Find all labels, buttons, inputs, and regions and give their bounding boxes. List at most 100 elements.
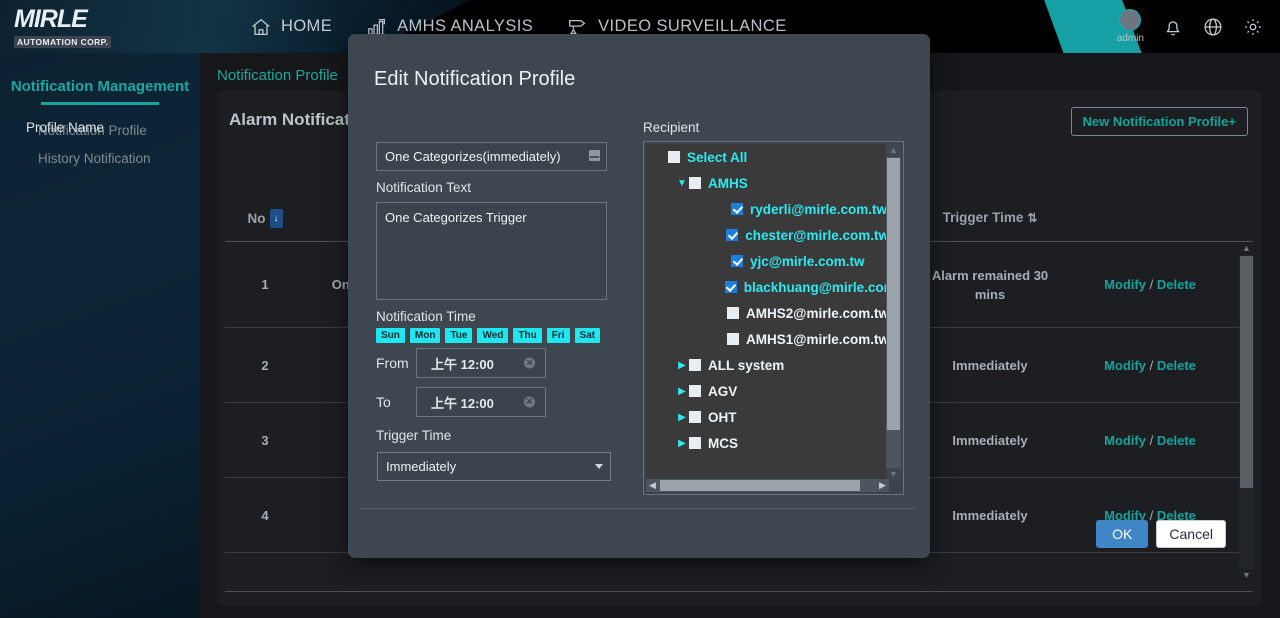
scroll-up-arrow-icon[interactable]: ▲ xyxy=(886,144,901,157)
tree-checkbox[interactable] xyxy=(727,307,739,319)
tree-vertical-scrollbar[interactable]: ▲ ▼ xyxy=(886,144,901,481)
delete-link[interactable]: Delete xyxy=(1157,358,1196,373)
left-sidebar: Notification Management Notification Pro… xyxy=(0,53,200,618)
tree-node[interactable]: ▼ AMHS xyxy=(646,170,889,196)
column-header-trigger-time[interactable]: Trigger Time⇅ xyxy=(915,187,1065,227)
tree-checkbox[interactable] xyxy=(668,151,680,163)
tree-checkbox[interactable] xyxy=(689,385,701,397)
tree-node[interactable]: ▶ALL system xyxy=(646,352,889,378)
tree-node[interactable]: ▶chester@mirle.com.tw xyxy=(646,222,889,248)
day-toggle-tue[interactable]: Tue xyxy=(445,328,472,343)
from-time-input[interactable]: 上午 12:00 ✕ xyxy=(416,348,546,378)
bell-icon[interactable] xyxy=(1162,16,1184,38)
column-label: Trigger Time xyxy=(943,210,1024,225)
sort-desc-badge[interactable]: ↓ xyxy=(270,209,283,228)
tree-checkbox[interactable] xyxy=(725,281,737,293)
profile-name-input[interactable] xyxy=(376,142,607,171)
tree-node[interactable]: ▶MCS xyxy=(646,430,889,456)
action-separator: / xyxy=(1150,433,1154,448)
modify-link[interactable]: Modify xyxy=(1104,358,1146,373)
cell-actions: Modify / Delete xyxy=(1065,275,1235,294)
tree-spacer: ▶ xyxy=(717,282,725,293)
scroll-up-arrow-icon[interactable]: ▲ xyxy=(1239,242,1254,255)
table-vertical-scrollbar[interactable]: ▲ ▼ xyxy=(1239,242,1254,582)
tree-checkbox[interactable] xyxy=(689,411,701,423)
sidebar-title-underline xyxy=(41,102,159,105)
day-toggle-wed[interactable]: Wed xyxy=(477,328,508,343)
recipient-tree: ▶Select All▼AMHS▶ryderli@mirle.com.tw▶ch… xyxy=(646,144,889,481)
tree-node[interactable]: ▶Select All xyxy=(646,144,889,170)
scrollbar-thumb[interactable] xyxy=(660,480,860,491)
tree-node[interactable]: ▶AMHS1@mirle.com.tw xyxy=(646,326,889,352)
tree-node[interactable]: ▶AMHS2@mirle.com.tw xyxy=(646,300,889,326)
day-toggle-fri[interactable]: Fri xyxy=(547,328,570,343)
scrollbar-thumb[interactable] xyxy=(1240,256,1253,488)
column-header-no[interactable]: No ↓ xyxy=(225,187,305,228)
chevron-down-icon[interactable]: ▼ xyxy=(675,178,689,189)
tree-node-label: blackhuang@mirle.com.tw xyxy=(744,280,889,295)
chevron-right-icon[interactable]: ▶ xyxy=(675,412,689,423)
avatar xyxy=(1119,9,1141,31)
tree-horizontal-scrollbar[interactable]: ◀ ▶ xyxy=(646,479,889,492)
tree-checkbox[interactable] xyxy=(726,229,738,241)
day-toggle-thu[interactable]: Thu xyxy=(513,328,541,343)
new-notification-profile-button[interactable]: New Notification Profile+ xyxy=(1071,107,1249,136)
nav-item-home[interactable]: HOME xyxy=(250,16,332,38)
cell-actions: Modify / Delete xyxy=(1065,356,1235,375)
scroll-down-arrow-icon[interactable]: ▼ xyxy=(1239,569,1254,582)
tree-node[interactable]: ▶yjc@mirle.com.tw xyxy=(646,248,889,274)
tree-checkbox[interactable] xyxy=(689,437,701,449)
chevron-right-icon[interactable]: ▶ xyxy=(675,386,689,397)
to-time-value: 上午 12:00 xyxy=(431,393,494,412)
trigger-time-select[interactable]: Immediately xyxy=(377,452,611,481)
from-time-value: 上午 12:00 xyxy=(431,354,494,373)
delete-link[interactable]: Delete xyxy=(1157,277,1196,292)
clear-icon[interactable]: ✕ xyxy=(524,397,535,408)
cancel-button[interactable]: Cancel xyxy=(1156,520,1226,548)
delete-link[interactable]: Delete xyxy=(1157,433,1196,448)
tree-node-label: AMHS xyxy=(708,176,748,191)
tree-checkbox[interactable] xyxy=(689,359,701,371)
day-toggle-mon[interactable]: Mon xyxy=(410,328,441,343)
chevron-right-icon[interactable]: ▶ xyxy=(675,360,689,371)
tree-checkbox[interactable] xyxy=(731,255,743,267)
ok-button[interactable]: OK xyxy=(1096,520,1148,548)
tree-node[interactable]: ▶AGV xyxy=(646,378,889,404)
ime-indicator-icon[interactable] xyxy=(589,150,600,161)
nav-label-home: HOME xyxy=(281,17,332,36)
mirle-logo: MIRLE AUTOMATION CORP. xyxy=(14,6,114,48)
tree-checkbox[interactable] xyxy=(727,333,739,345)
gear-icon[interactable] xyxy=(1242,16,1264,38)
cell-trigger-time: Immediately xyxy=(915,431,1065,450)
sidebar-item-history-notification[interactable]: History Notification xyxy=(0,151,200,166)
scroll-left-arrow-icon[interactable]: ◀ xyxy=(646,479,659,492)
chevron-right-icon[interactable]: ▶ xyxy=(675,438,689,449)
day-toggle-sat[interactable]: Sat xyxy=(575,328,601,343)
sort-icon[interactable]: ⇅ xyxy=(1027,211,1037,225)
user-account[interactable]: admin xyxy=(1117,9,1144,44)
modify-link[interactable]: Modify xyxy=(1104,277,1146,292)
tree-spacer: ▶ xyxy=(654,152,668,163)
cell-trigger-time: Immediately xyxy=(915,356,1065,375)
tree-node-label: chester@mirle.com.tw xyxy=(745,228,889,243)
tree-spacer: ▶ xyxy=(717,256,731,267)
from-time-row: From 上午 12:00 ✕ xyxy=(376,348,546,378)
modify-link[interactable]: Modify xyxy=(1104,433,1146,448)
tree-node[interactable]: ▶ OHT xyxy=(646,404,889,430)
tree-node[interactable]: ▶ryderli@mirle.com.tw xyxy=(646,196,889,222)
logo-tagline: AUTOMATION CORP. xyxy=(14,36,111,48)
action-separator: / xyxy=(1150,358,1154,373)
day-toggle-sun[interactable]: Sun xyxy=(376,328,405,343)
tree-node-label: OHT xyxy=(708,410,737,425)
tree-checkbox[interactable] xyxy=(689,177,701,189)
tree-node[interactable]: ▶ blackhuang@mirle.com.tw xyxy=(646,274,889,300)
notification-text-textarea[interactable]: One Categorizes Trigger xyxy=(376,202,607,300)
scroll-right-arrow-icon[interactable]: ▶ xyxy=(876,479,889,492)
clear-icon[interactable]: ✕ xyxy=(524,358,535,369)
profile-name-label: Profile Name xyxy=(26,120,104,135)
column-label: No xyxy=(248,211,266,226)
scrollbar-thumb[interactable] xyxy=(887,158,900,430)
to-time-input[interactable]: 上午 12:00 ✕ xyxy=(416,387,546,417)
tree-checkbox[interactable] xyxy=(731,203,743,215)
globe-icon[interactable] xyxy=(1202,16,1224,38)
